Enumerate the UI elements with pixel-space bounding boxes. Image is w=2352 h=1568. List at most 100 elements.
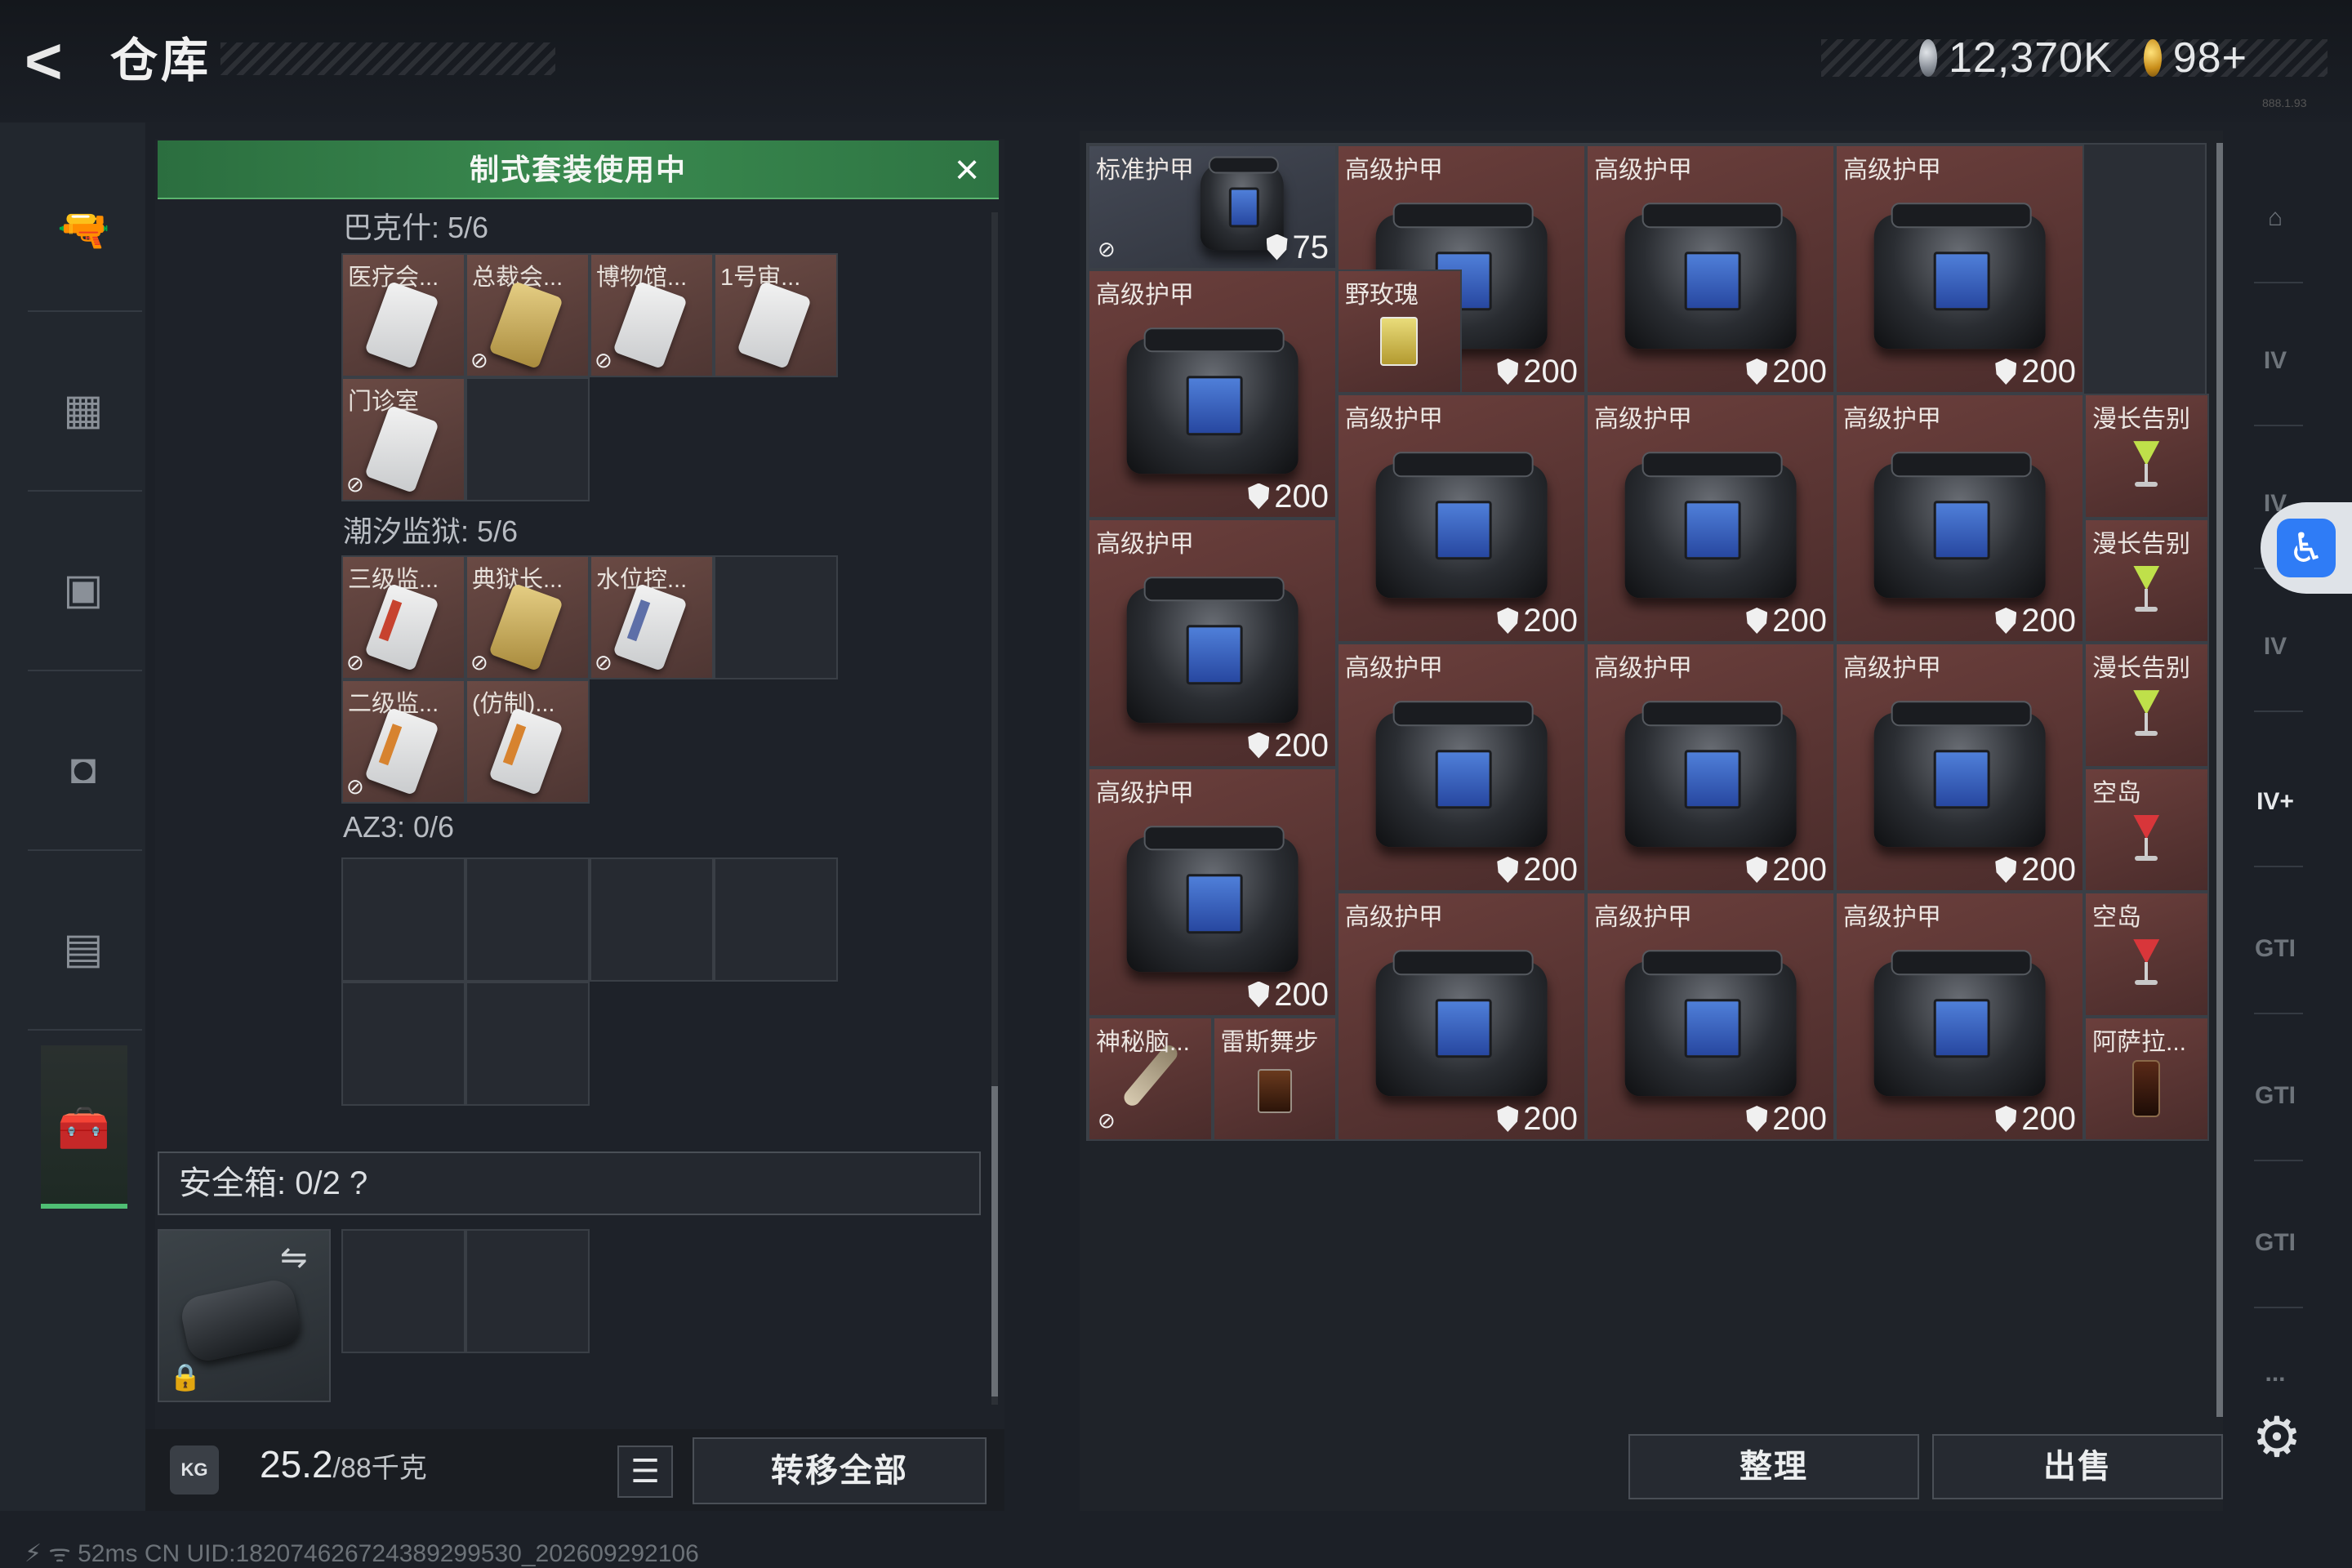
tab-iv-1-icon[interactable]: IV xyxy=(2241,327,2310,395)
cocktail-image xyxy=(2130,690,2163,739)
vest-icon[interactable]: ▦ xyxy=(57,384,109,436)
inventory-item[interactable]: 高级护甲 200 xyxy=(1088,767,1337,1017)
inventory-scrollbar[interactable] xyxy=(2216,143,2223,1417)
inventory-item[interactable]: 漫长告别 xyxy=(2084,394,2209,519)
bound-item-icon: ⊘ xyxy=(595,348,612,372)
inventory-item[interactable]: 高级护甲 200 xyxy=(1835,394,2084,643)
swap-icon[interactable]: ⇋ xyxy=(280,1239,308,1276)
storage-tab-icon[interactable]: ⌂ xyxy=(2241,184,2310,252)
empty-slot[interactable] xyxy=(714,858,838,982)
keycard-slot[interactable]: 门诊室 ⊘ xyxy=(341,377,466,501)
gold-currency-value[interactable]: 98+ xyxy=(2173,33,2247,82)
gear-icon[interactable]: ⚙ xyxy=(2244,1405,2310,1470)
durability-value: 200 xyxy=(1497,603,1578,639)
nav-separator xyxy=(28,490,142,492)
tab-iv-3-icon[interactable]: IV xyxy=(2241,612,2310,681)
shield-icon xyxy=(1248,732,1270,759)
inventory-item[interactable]: 漫长告别 xyxy=(2084,643,2209,768)
durability-value: 200 xyxy=(1995,852,2076,889)
accessibility-button[interactable]: ♿ xyxy=(2261,502,2352,594)
briefcase-icon[interactable]: 🧰 xyxy=(57,1102,110,1155)
inventory-item[interactable]: 阿萨拉... xyxy=(2084,1016,2209,1141)
tab-add-icon[interactable]: IV+ xyxy=(2241,768,2310,836)
inventory-item[interactable]: 神秘脑... ⊘ xyxy=(1088,1016,1213,1141)
inventory-item[interactable]: 高级护甲 200 xyxy=(1586,145,1835,394)
safe-box-slot[interactable] xyxy=(341,1229,466,1353)
empty-slot[interactable] xyxy=(341,982,466,1106)
durability-text: 75 xyxy=(1292,229,1330,265)
currency-bar: 12,370K 98+ xyxy=(1919,29,2278,87)
backpack-icon[interactable]: ◘ xyxy=(57,743,109,795)
tab-gti-1-icon[interactable]: GTI xyxy=(2241,915,2310,983)
keycard-icon xyxy=(737,280,812,370)
inventory-item[interactable]: 雷斯舞步 xyxy=(1212,1016,1337,1141)
safe-box-slot[interactable] xyxy=(466,1229,590,1353)
sell-button[interactable]: 出售 xyxy=(1932,1434,2223,1499)
safe-box-item[interactable]: ⇋ 🔒 xyxy=(158,1229,331,1402)
shield-icon xyxy=(1746,608,1768,634)
armor-bag-image xyxy=(1126,826,1298,972)
empty-slot[interactable] xyxy=(466,982,590,1106)
armor-bag-image xyxy=(1873,950,2046,1097)
inventory-item[interactable]: 标准护甲 75 ⊘ xyxy=(1088,145,1337,270)
chest-rig-icon[interactable]: ▣ xyxy=(57,564,109,616)
empty-slot[interactable] xyxy=(466,377,590,501)
cocktail-image xyxy=(2130,814,2163,864)
container-icon[interactable]: ▤ xyxy=(57,923,109,975)
cocktail-glass xyxy=(2133,565,2160,590)
keycard-slot[interactable]: 水位控... ⊘ xyxy=(590,555,714,679)
armor-bag-image xyxy=(1126,577,1298,723)
durability-text: 200 xyxy=(1772,1101,1827,1137)
keycard-slot[interactable]: 典狱长... ⊘ xyxy=(466,555,590,679)
close-icon[interactable]: × xyxy=(946,149,988,191)
empty-slot[interactable] xyxy=(341,858,466,982)
item-label: 空岛 xyxy=(2092,779,2141,807)
armor-bag-image xyxy=(1873,701,2046,848)
inventory-item[interactable]: 高级护甲 200 xyxy=(1835,643,2084,892)
inventory-item[interactable]: 野玫瑰 xyxy=(1337,269,1462,394)
cocktail-stem xyxy=(2145,464,2149,484)
durability-value: 200 xyxy=(1746,1101,1827,1138)
inventory-item[interactable]: 空岛 xyxy=(2084,767,2209,892)
weight-capacity: /88千克 xyxy=(332,1453,427,1484)
inventory-item[interactable]: 高级护甲 200 xyxy=(1088,269,1337,519)
inventory-item[interactable]: 高级护甲 200 xyxy=(1586,892,1835,1141)
gun-icon[interactable]: 🔫 xyxy=(57,204,110,256)
kit-scrollbar[interactable] xyxy=(991,1086,998,1396)
tab-gti-3-icon[interactable]: GTI xyxy=(2241,1209,2310,1277)
keycard-slot[interactable]: 三级监... ⊘ xyxy=(341,555,466,679)
durability-value: 200 xyxy=(1746,852,1827,889)
keycard-slot[interactable]: 1号审... xyxy=(714,253,838,377)
more-icon[interactable]: ... xyxy=(2241,1339,2310,1408)
inventory-item[interactable]: 高级护甲 200 xyxy=(1586,394,1835,643)
inventory-item[interactable]: 高级护甲 200 xyxy=(1337,643,1586,892)
transfer-all-button[interactable]: 转移全部 xyxy=(693,1437,987,1504)
tab-gti-2-icon[interactable]: GTI xyxy=(2241,1062,2310,1130)
inventory-item[interactable]: 高级护甲 200 xyxy=(1835,892,2084,1141)
inventory-item[interactable]: 空岛 xyxy=(2084,892,2209,1017)
empty-slot[interactable] xyxy=(590,858,714,982)
weight-value: 25.2/88千克 xyxy=(260,1442,427,1486)
item-label: 阿萨拉... xyxy=(2092,1028,2187,1056)
inventory-item[interactable]: 高级护甲 200 xyxy=(1835,145,2084,394)
armor-bag-image xyxy=(1375,701,1548,848)
keycard-slot[interactable]: 博物馆... ⊘ xyxy=(590,253,714,377)
keycard-slot[interactable]: 医疗会... xyxy=(341,253,466,377)
empty-slot[interactable] xyxy=(714,555,838,679)
inventory-item[interactable]: 高级护甲 200 xyxy=(1337,394,1586,643)
inventory-item[interactable]: 漫长告别 xyxy=(2084,518,2209,643)
empty-slot[interactable] xyxy=(466,858,590,982)
keycard-slot[interactable]: 总裁会... ⊘ xyxy=(466,253,590,377)
durability-text: 200 xyxy=(1274,478,1329,514)
inventory-item[interactable]: 高级护甲 200 xyxy=(1088,518,1337,768)
inventory-item[interactable]: 高级护甲 200 xyxy=(1337,892,1586,1141)
shield-icon xyxy=(1248,981,1270,1008)
safe-box-label[interactable]: 安全箱: 0/2 ? xyxy=(179,1153,368,1214)
keycard-slot[interactable]: 二级监... ⊘ xyxy=(341,679,466,804)
keycard-slot[interactable]: (仿制)... xyxy=(466,679,590,804)
back-arrow-icon[interactable]: < xyxy=(24,24,90,98)
list-icon[interactable]: ☰ xyxy=(617,1446,673,1498)
durability-value: 200 xyxy=(1995,603,2076,639)
inventory-item[interactable]: 高级护甲 200 xyxy=(1586,643,1835,892)
sort-button[interactable]: 整理 xyxy=(1628,1434,1919,1499)
